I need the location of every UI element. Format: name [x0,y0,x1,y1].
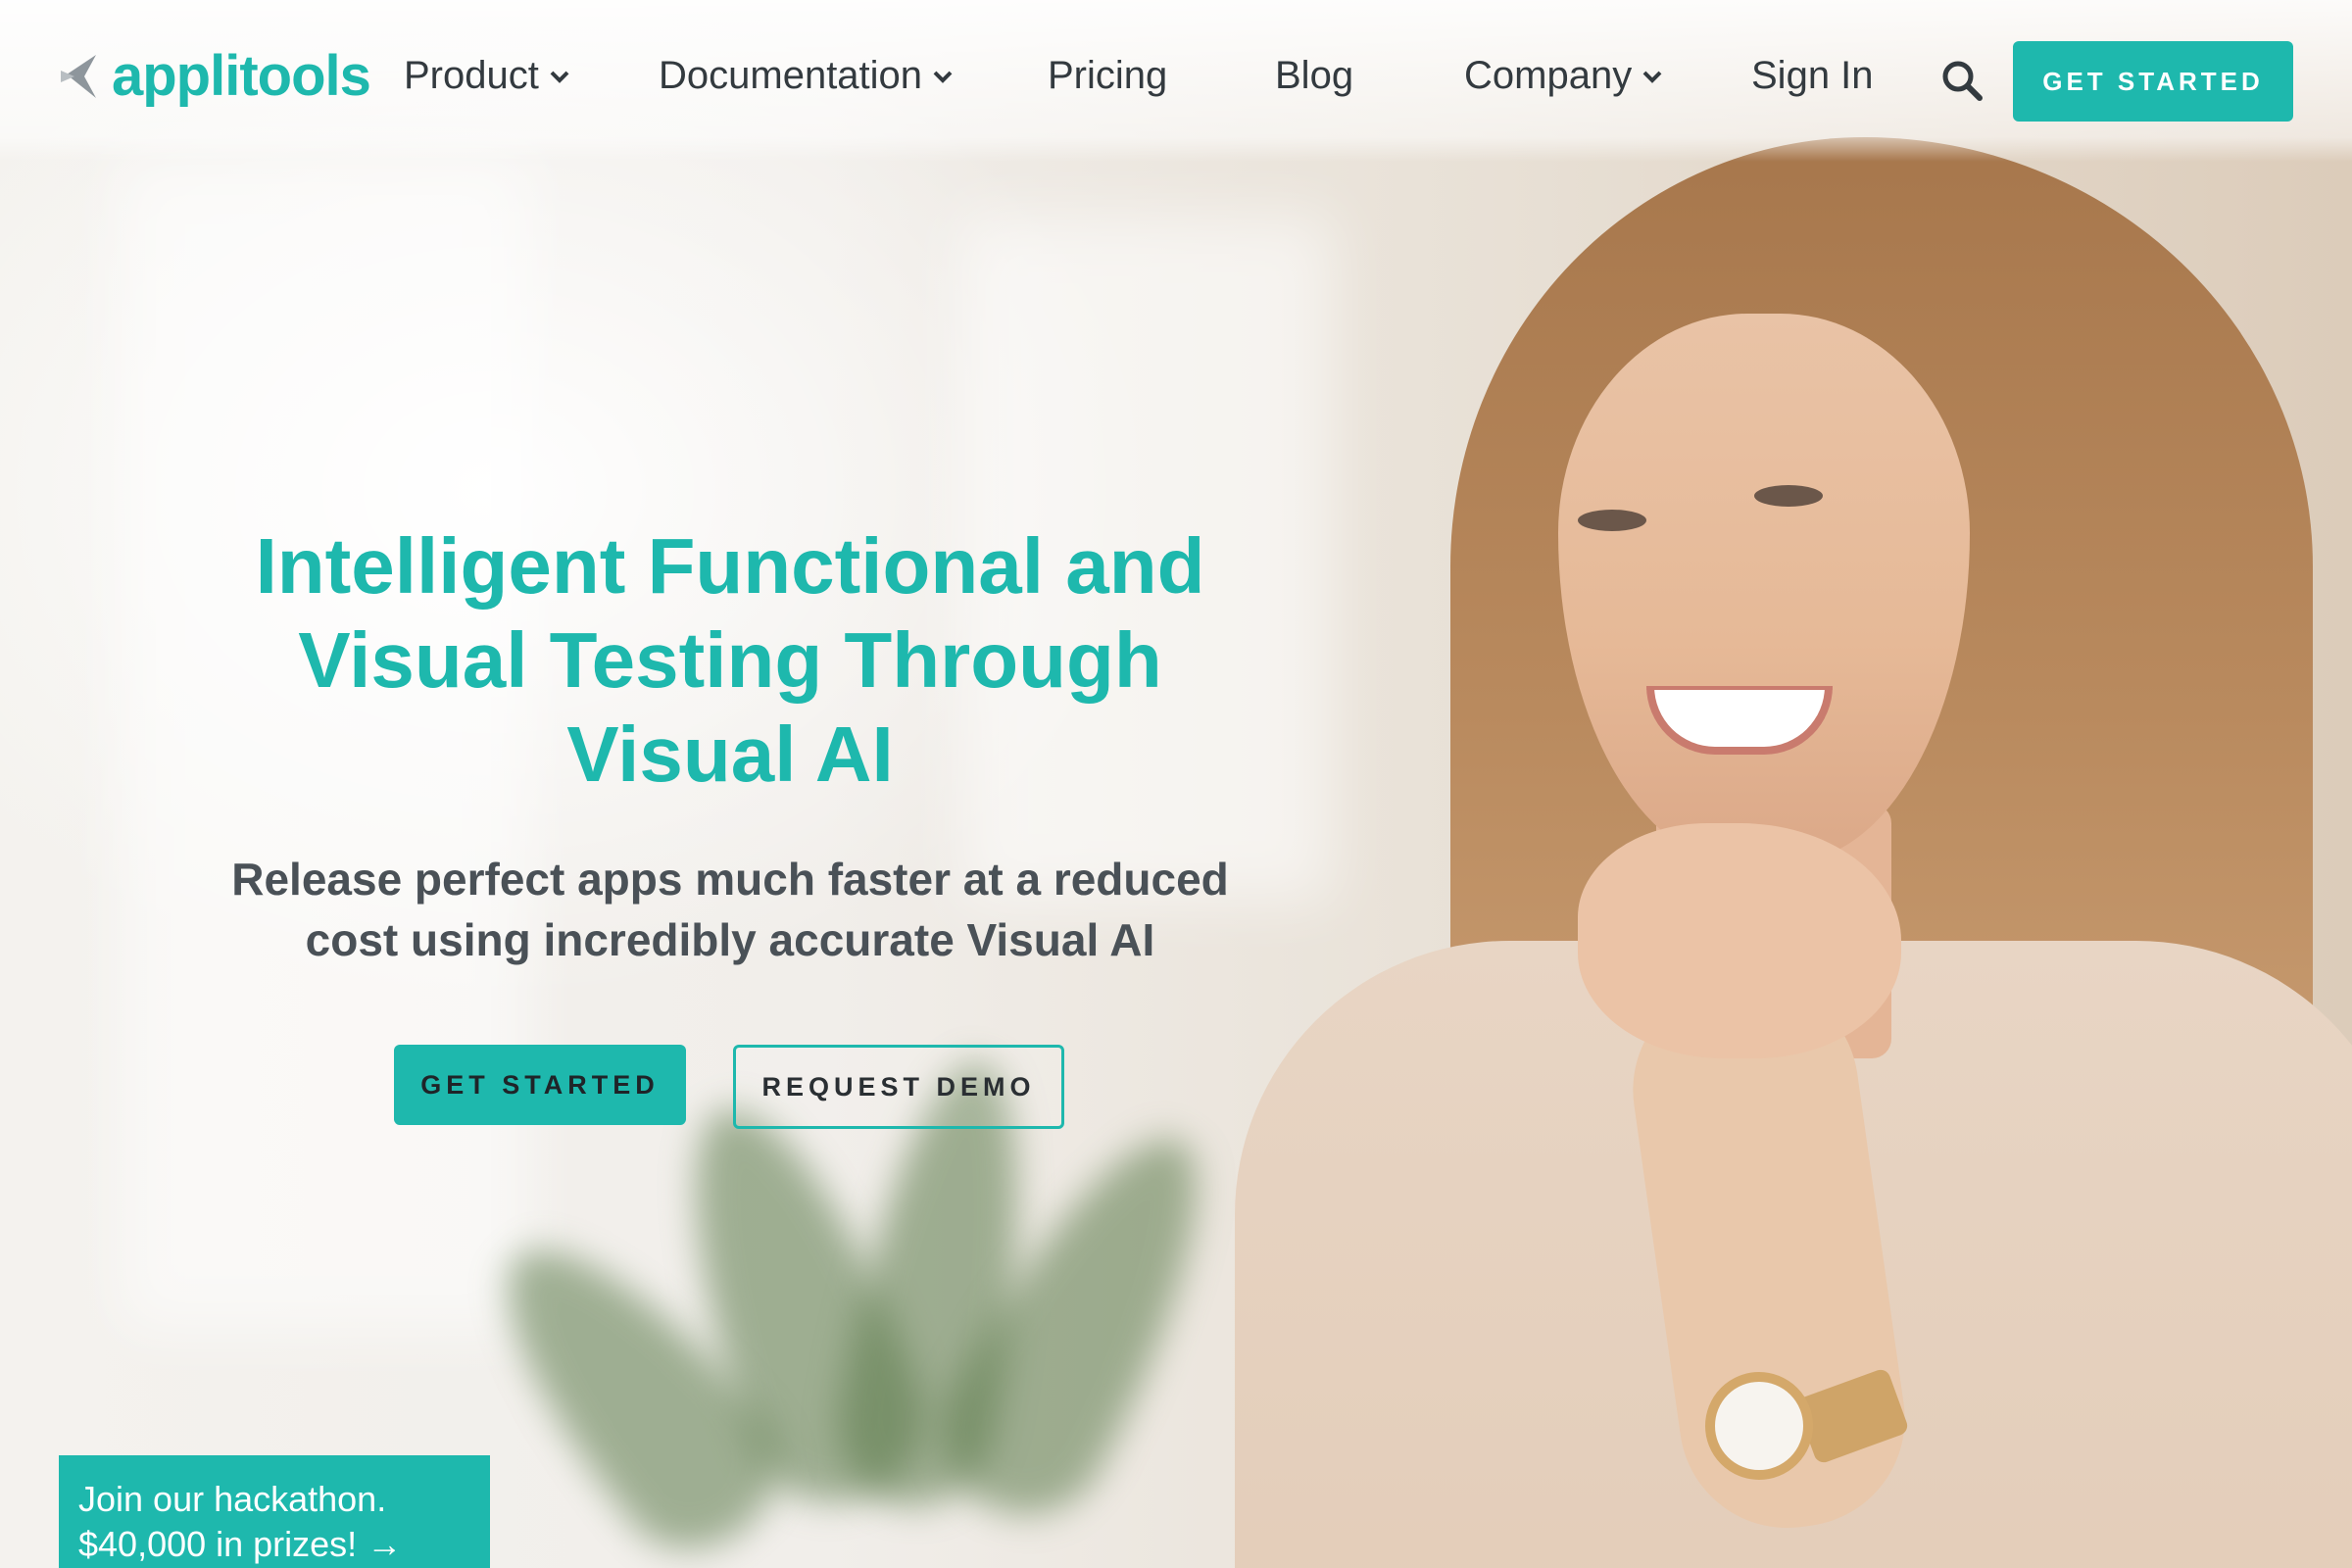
nav-item-label: Blog [1275,54,1354,97]
brand-logo[interactable]: applitools [59,43,371,109]
get-started-nav-button[interactable]: GET STARTED [2013,41,2293,122]
nav-item-label: Pricing [1048,54,1168,97]
top-navigation: applitools Product Documentation Pricing… [0,0,2352,162]
search-icon[interactable] [1940,59,1984,102]
nav-item-blog[interactable]: Blog [1275,54,1353,98]
hero-title-line: Visual AI [566,710,894,798]
nav-item-sign-in[interactable]: Sign In [1751,54,1874,98]
nav-item-company[interactable]: Company [1464,54,1663,98]
get-started-button[interactable]: GET STARTED [394,1045,686,1125]
applitools-logo-icon [61,54,96,98]
hero-content: Intelligent Functional and Visual Testin… [137,519,1323,970]
nav-item-pricing[interactable]: Pricing [1048,54,1167,98]
person-hand [1578,823,1901,1058]
hero-title: Intelligent Functional and Visual Testin… [137,519,1323,802]
person-eye [1578,510,1646,531]
person-eye [1754,485,1823,507]
chevron-down-icon [550,71,569,83]
chevron-down-icon [933,71,953,83]
person-face [1558,314,1970,862]
request-demo-button[interactable]: REQUEST DEMO [733,1045,1064,1129]
chevron-down-icon [1642,71,1662,83]
hero-subtitle-line: Release perfect apps much faster at a re… [231,854,1229,905]
nav-item-label: Sign In [1751,54,1874,97]
hero-title-line: Intelligent Functional and [255,522,1205,610]
hero-button-group: GET STARTED REQUEST DEMO [394,1045,1064,1129]
hero-subtitle: Release perfect apps much faster at a re… [137,849,1323,970]
nav-item-label: Product [404,54,539,97]
wristwatch [1705,1372,1813,1480]
promo-line: $40,000 in prizes! → [78,1524,403,1564]
hero-background: applitools Product Documentation Pricing… [0,0,2352,1568]
promo-line: Join our hackathon. [78,1479,387,1519]
hero-subtitle-line: cost using incredibly accurate Visual AI [305,914,1155,965]
brand-name: applitools [112,44,371,108]
nav-item-label: Documentation [659,54,923,97]
nav-item-documentation[interactable]: Documentation [659,54,954,98]
hero-title-line: Visual Testing Through [298,616,1162,704]
nav-item-label: Company [1464,54,1633,97]
hackathon-promo-banner[interactable]: Join our hackathon. $40,000 in prizes! → [59,1455,490,1568]
nav-item-product[interactable]: Product [404,54,570,98]
